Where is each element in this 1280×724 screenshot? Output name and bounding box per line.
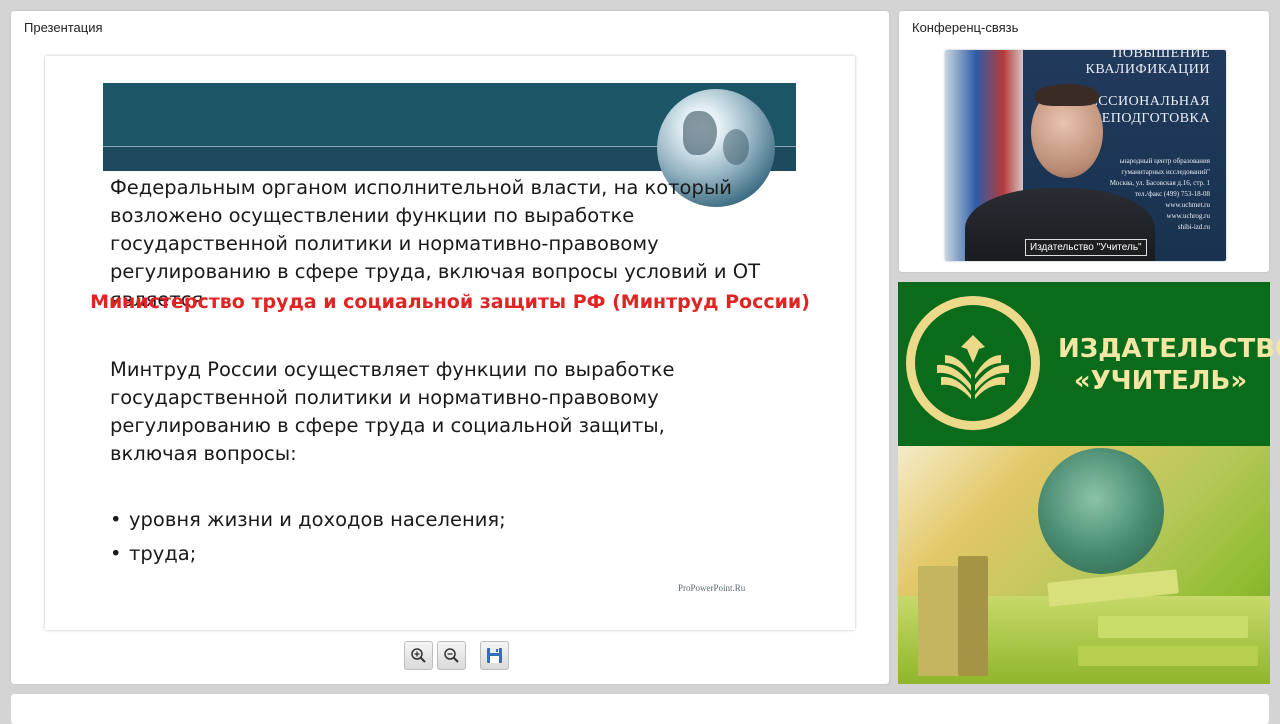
participant-video[interactable]: ПОВЫШЕНИЕ КВАЛИФИКАЦИИ ФЕССИОНАЛЬНАЯ РЕП… <box>945 50 1226 261</box>
presentation-panel-title: Презентация <box>24 20 103 35</box>
participant-name-label: Издательство "Учитель" <box>1025 239 1147 256</box>
save-icon <box>487 648 502 663</box>
slide-bullet-item: • труда; <box>110 542 196 565</box>
presentation-panel: Презентация Федеральным органом исполнит… <box>11 11 889 684</box>
zoom-in-button[interactable] <box>404 641 433 670</box>
bullet-text: труда; <box>129 542 197 565</box>
video-bg-text: Москва, ул. Басовская д.16, стр. 1 <box>1109 179 1210 187</box>
publisher-name-line-1: ИЗДАТЕЛЬСТВО <box>1058 334 1280 364</box>
books-globe-image <box>898 446 1270 684</box>
slide-credit: ProPowerPoint.Ru <box>678 583 746 593</box>
slide-highlight: Министерство труда и социальной защиты Р… <box>90 291 810 313</box>
conference-panel: Конференц-связь ПОВЫШЕНИЕ КВАЛИФИКАЦИИ Ф… <box>899 11 1269 272</box>
book-emblem-icon <box>937 335 1009 399</box>
publisher-name-line-2: «УЧИТЕЛЬ» <box>1073 366 1248 396</box>
bullet-text: уровня жизни и доходов населения; <box>129 508 506 531</box>
bullet-marker: • <box>110 508 122 531</box>
video-bg-text: ПОВЫШЕНИЕ <box>1112 50 1210 61</box>
video-bg-text: ьнародный центр образования <box>1119 157 1210 165</box>
video-bg-text: КВАЛИФИКАЦИИ <box>1085 62 1210 77</box>
save-button[interactable] <box>480 641 509 670</box>
slide-bullet-item: • уровня жизни и доходов населения; <box>110 508 506 531</box>
video-bg-text: тел./факс (499) 753-18-08 <box>1134 190 1210 198</box>
video-bg-text: РЕПОДГОТОВКА <box>1093 111 1210 126</box>
bullet-marker: • <box>110 542 122 565</box>
video-bg-text: shibi-izd.ru <box>1177 223 1210 231</box>
publisher-banner: ИЗДАТЕЛЬСТВО «УЧИТЕЛЬ» <box>898 282 1280 446</box>
conference-panel-title: Конференц-связь <box>912 20 1019 35</box>
zoom-in-icon <box>411 648 426 663</box>
zoom-out-icon <box>444 648 459 663</box>
video-bg-text: www.uchmet.ru <box>1165 201 1210 209</box>
video-bg-text: гуманитарных исследований" <box>1121 168 1210 176</box>
presentation-slide: Федеральным органом исполнительной власт… <box>45 56 855 630</box>
slide-paragraph-2: Минтруд России осуществляет функции по в… <box>110 358 675 465</box>
publisher-logo <box>906 296 1040 430</box>
video-bg-text: www.uchrog.ru <box>1166 212 1210 220</box>
zoom-out-button[interactable] <box>437 641 466 670</box>
